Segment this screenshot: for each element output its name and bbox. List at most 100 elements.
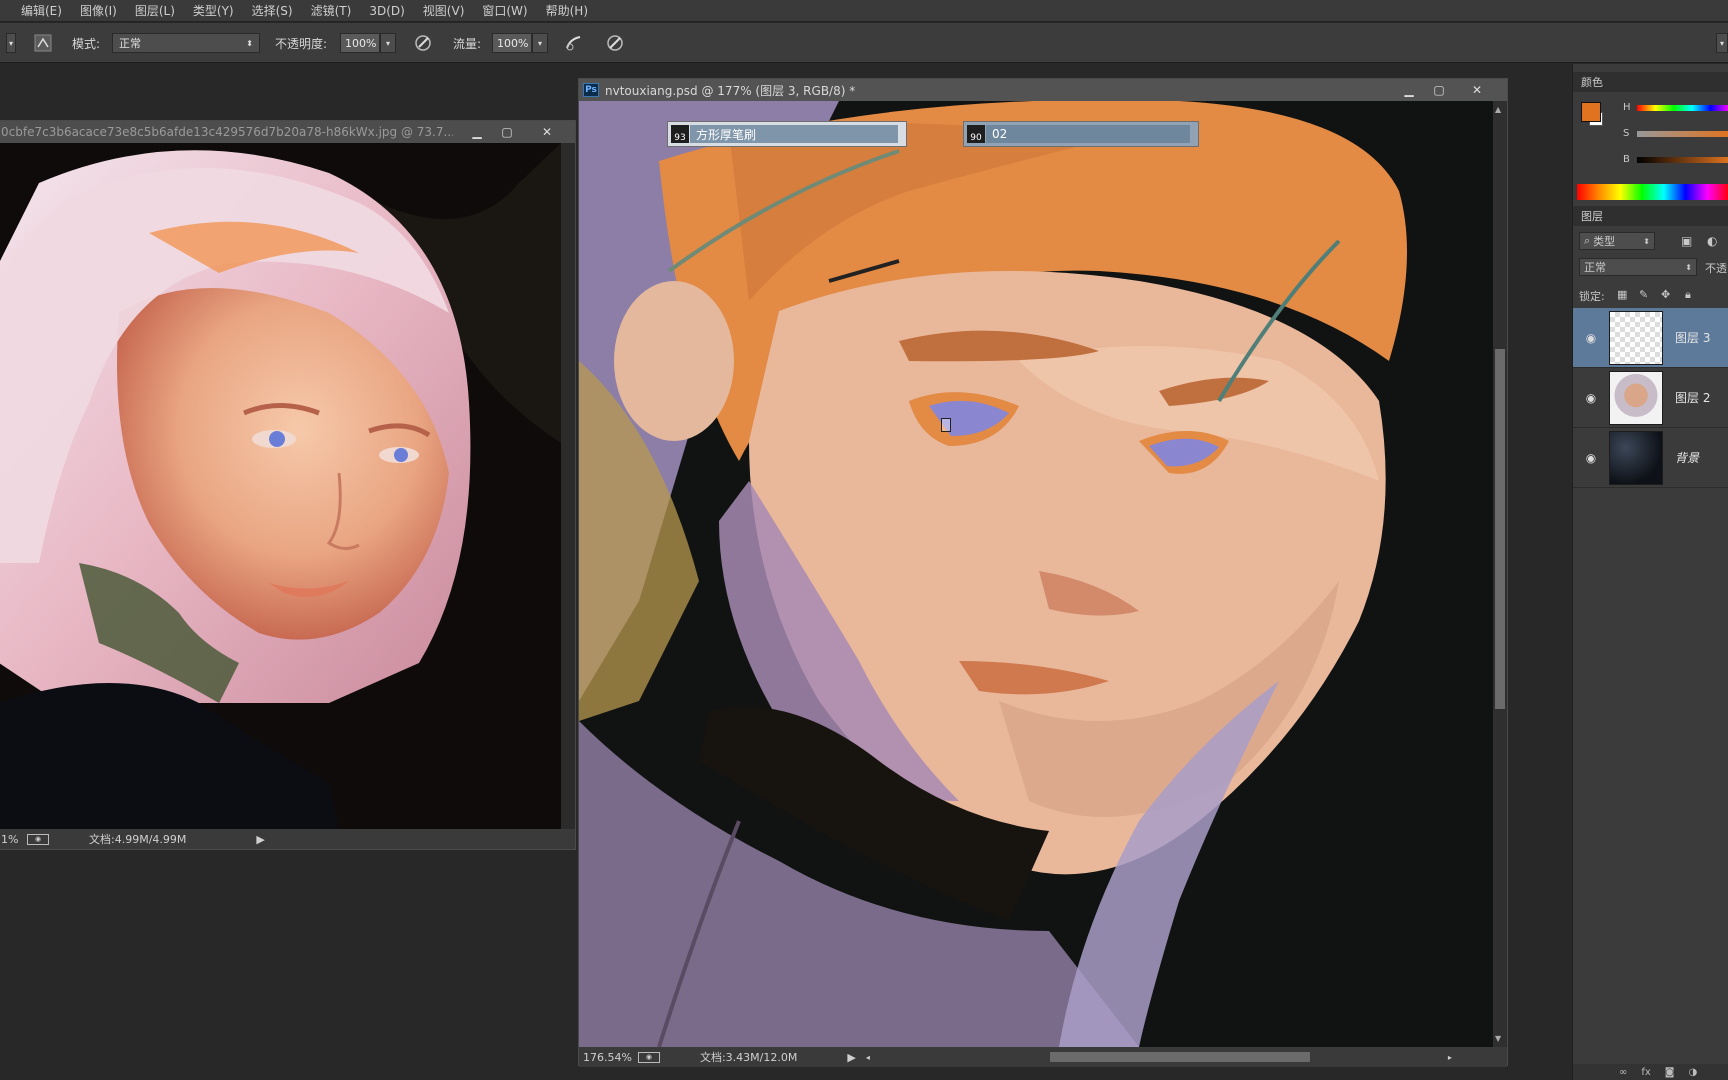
brush-preset-field-2[interactable]: 90 02	[963, 121, 1199, 147]
maximize-icon[interactable]: ▢	[493, 121, 521, 143]
layer-thumbnail	[1609, 430, 1663, 485]
main-doc-info: 文档:3.43M/12.0M	[699, 1051, 798, 1064]
reference-status-bar: 1% ◉ 文档:4.99M/4.99M ▶	[0, 829, 575, 849]
color-panel: H S B	[1573, 92, 1728, 202]
menu-edit[interactable]: 编辑(E)	[12, 0, 71, 22]
layers-panel-tab[interactable]: 图层	[1573, 206, 1728, 226]
menu-type[interactable]: 类型(Y)	[184, 0, 243, 22]
select-arrows-icon: ⬍	[1685, 262, 1692, 272]
lock-label: 锁定:	[1579, 290, 1605, 303]
layer-style-icon[interactable]: fx	[1641, 1067, 1650, 1078]
menu-window[interactable]: 窗口(W)	[473, 0, 536, 22]
pressure-size-icon[interactable]	[604, 32, 626, 54]
menu-layer[interactable]: 图层(L)	[126, 0, 184, 22]
horizontal-scroll-thumb[interactable]	[1049, 1052, 1310, 1062]
opacity-input[interactable]: 100%	[340, 33, 380, 53]
brush-preset-2-size: 90	[967, 125, 985, 143]
workspace-dropdown[interactable]: ▾	[1716, 33, 1728, 53]
lock-paint-icon[interactable]: ✎	[1639, 288, 1648, 301]
blend-mode-select[interactable]: 正常 ⬍	[1579, 258, 1697, 276]
adjustment-filter-icon[interactable]: ◐	[1707, 234, 1717, 248]
select-arrows-icon: ⬍	[246, 38, 253, 48]
eye-icon[interactable]: ◉	[1581, 331, 1601, 345]
brush-preset-field[interactable]: 93 方形厚笔刷	[667, 121, 907, 147]
menu-image[interactable]: 图像(I)	[71, 0, 126, 22]
layer-opacity-label: 不透	[1705, 262, 1727, 275]
menu-filter[interactable]: 滤镜(T)	[302, 0, 361, 22]
tool-preset-dropdown[interactable]: ▾	[6, 23, 16, 63]
menu-help[interactable]: 帮助(H)	[537, 0, 597, 22]
layers-panel: ⌕ 类型 ⬍ ▣ ◐ 正常 ⬍ 不透 锁定: ▦ ✎ ✥ 🔒︎ ◉ 图层 3 ◉…	[1573, 226, 1728, 586]
color-panel-tab[interactable]: 颜色	[1573, 72, 1728, 92]
minimize-icon[interactable]: ▁	[463, 121, 491, 143]
hue-slider[interactable]	[1637, 105, 1728, 111]
layer-mask-icon[interactable]: ◙	[1665, 1067, 1675, 1078]
scroll-down-icon[interactable]: ▼	[1495, 1034, 1501, 1043]
scroll-up-icon[interactable]: ▲	[1495, 105, 1501, 114]
status-menu-arrow-icon[interactable]: ▶	[847, 1051, 855, 1064]
main-title: nvtouxiang.psd @ 177% (图层 3, RGB/8) *	[605, 83, 856, 98]
hue-label: H	[1623, 102, 1631, 113]
saturation-slider[interactable]	[1637, 131, 1728, 137]
brush-preset-name: 方形厚笔刷	[690, 125, 898, 143]
minimize-icon[interactable]: ▁	[1395, 79, 1423, 101]
painting-artwork	[579, 101, 1493, 1047]
lock-position-icon[interactable]: ✥	[1661, 288, 1670, 301]
main-zoom[interactable]: 176.54%	[583, 1051, 632, 1064]
status-menu-arrow-icon[interactable]: ▶	[256, 833, 264, 846]
airbrush-icon[interactable]	[563, 32, 585, 54]
lock-transparency-icon[interactable]: ▦	[1617, 288, 1627, 301]
brush-panel-toggle[interactable]	[32, 23, 54, 63]
scroll-left-icon[interactable]: ◂	[866, 1053, 870, 1062]
right-panel-dock: 颜色 H S B 图层 ⌕ 类型 ⬍ ▣ ◐ 正常 ⬍ 不透 锁定: ▦ ✎ ✥…	[1572, 64, 1728, 1080]
brightness-label: B	[1623, 154, 1630, 165]
flow-label: 流量:	[453, 36, 482, 51]
status-info-icon[interactable]: ◉	[637, 1051, 660, 1063]
close-icon[interactable]: ✕	[1463, 79, 1491, 101]
pressure-opacity-icon[interactable]	[412, 32, 434, 54]
vertical-scroll-thumb[interactable]	[1495, 349, 1505, 709]
flow-slider-toggle[interactable]: ▾	[532, 33, 548, 53]
main-document-window[interactable]: Ps nvtouxiang.psd @ 177% (图层 3, RGB/8) *…	[578, 78, 1508, 1067]
layer-row[interactable]: ◉ 背景	[1573, 428, 1728, 488]
status-info-icon[interactable]: ◉	[27, 833, 49, 845]
main-status-bar: 176.54% ◉ 文档:3.43M/12.0M ▶ ◂ ▸	[579, 1047, 1507, 1067]
brightness-slider[interactable]	[1637, 157, 1728, 163]
lock-all-icon[interactable]: 🔒︎	[1685, 288, 1691, 302]
menu-view[interactable]: 视图(V)	[414, 0, 474, 22]
mode-select[interactable]: 正常 ⬍	[112, 33, 260, 53]
main-canvas[interactable]: 93 方形厚笔刷 90 02	[579, 101, 1493, 1047]
reference-document-window[interactable]: 0cbfe7c3b6acace73e8c5b6afde13c429576d7b2…	[0, 120, 576, 850]
reference-photo	[0, 143, 561, 829]
layer-row[interactable]: ◉ 图层 2	[1573, 368, 1728, 428]
flow-input[interactable]: 100%	[492, 33, 532, 53]
scroll-right-icon[interactable]: ▸	[1448, 1053, 1452, 1062]
adjustment-layer-icon[interactable]: ◑	[1689, 1067, 1698, 1078]
menu-3d[interactable]: 3D(D)	[360, 0, 413, 22]
opacity-slider-toggle[interactable]: ▾	[380, 33, 396, 53]
layer-row[interactable]: ◉ 图层 3	[1573, 308, 1728, 368]
brush-panel-icon	[32, 32, 54, 54]
eye-icon[interactable]: ◉	[1581, 451, 1601, 465]
reference-canvas[interactable]	[0, 143, 561, 829]
brush-preset-size: 93	[671, 125, 689, 143]
layer-thumbnail	[1609, 370, 1663, 425]
main-title-bar[interactable]: Ps nvtouxiang.psd @ 177% (图层 3, RGB/8) *…	[579, 79, 1507, 101]
link-layers-icon[interactable]: ∞	[1619, 1067, 1627, 1078]
layer-kind-value: 类型	[1593, 235, 1616, 248]
reference-doc-info: 文档:4.99M/4.99M	[89, 833, 187, 846]
reference-zoom[interactable]: 1%	[1, 833, 23, 846]
color-spectrum-ramp[interactable]	[1577, 184, 1728, 200]
maximize-icon[interactable]: ▢	[1425, 79, 1453, 101]
menu-select[interactable]: 选择(S)	[243, 0, 302, 22]
close-icon[interactable]: ✕	[533, 121, 561, 143]
foreground-color-swatch[interactable]	[1581, 102, 1601, 122]
main-vertical-scrollbar[interactable]: ▲ ▼	[1493, 101, 1507, 1047]
blend-mode-value: 正常	[1584, 261, 1606, 274]
layer-kind-filter[interactable]: ⌕ 类型 ⬍	[1579, 232, 1655, 250]
search-icon: ⌕	[1584, 234, 1591, 247]
image-filter-icon[interactable]: ▣	[1681, 234, 1692, 248]
reference-title-bar[interactable]: 0cbfe7c3b6acace73e8c5b6afde13c429576d7b2…	[0, 121, 575, 143]
eye-icon[interactable]: ◉	[1581, 391, 1601, 405]
reference-vertical-scrollbar[interactable]	[561, 143, 575, 829]
